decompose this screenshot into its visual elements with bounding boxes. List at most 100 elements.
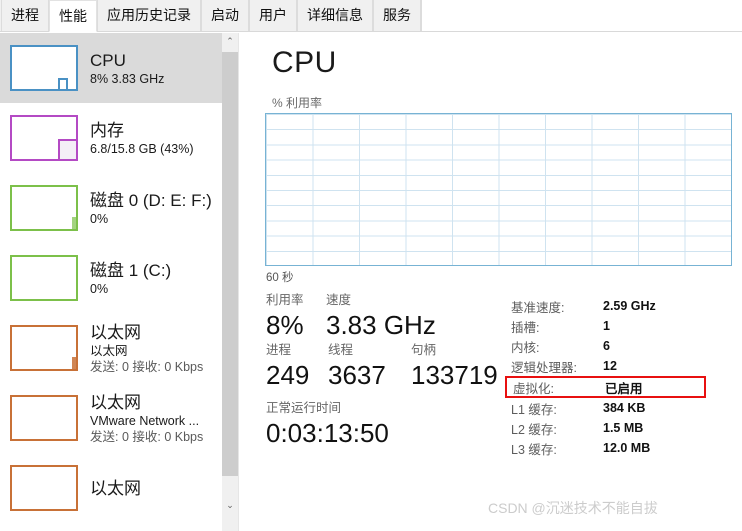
sidebar-item-sub1: 以太网 [90,343,128,358]
stat-speed-label: 速度 [326,293,352,307]
sidebar-item-label: 以太网 [90,392,141,412]
graph-time-span-label: 60 秒 [266,272,294,284]
mini-graph-icon [72,357,76,369]
sidebar-item-2[interactable]: 磁盘 0 (D: E: F:) 0% [0,173,222,243]
sidebar-item-text: CPU 8% 3.83 GHz [90,50,164,87]
stat-threads-value: 3637 [328,360,386,390]
cpu-utilization-graph [265,113,732,266]
sidebar-item-3[interactable]: 磁盘 1 (C:) 0% [0,243,222,313]
tab-bar-filler [421,0,742,31]
watermark: CSDN @沉迷技术不能自拔 [488,500,658,516]
stat-uptime: 正常运行时间 0:03:13:50 [266,399,501,449]
tab-bar: 进程 性能 应用历史记录 启动 用户 详细信息 服务 [0,0,742,32]
sidebar-item-sub1: 0% [90,211,109,226]
stat-uptime-label: 正常运行时间 [266,401,342,415]
sidebar-item-label: CPU [90,50,126,70]
spec-row-6: L2 缓存: 1.5 MB [508,418,736,438]
mini-graph-icon [58,138,76,159]
spec-row-highlighted: 虚拟化: 已启用 [505,376,706,398]
sidebar-item-1[interactable]: 内存 6.8/15.8 GB (43%) [0,103,222,173]
sidebar-item-label: 磁盘 1 (C:) [90,260,172,280]
scroll-down-button[interactable]: ⌄ [222,497,238,514]
stat-handles: 句柄 133719 [411,341,498,391]
stats-row-utilization-speed: 利用率 8% 速度 3.83 GHz [266,291,501,341]
spec-label: 基准速度: [511,300,565,315]
spec-value: 2.59 GHz [603,299,656,313]
sidebar-item-thumbnail [10,465,78,511]
spec-value: 12.0 MB [603,441,651,455]
spec-value: 12 [603,359,617,373]
sidebar-item-4[interactable]: 以太网 以太网 发送: 0 接收: 0 Kbps [0,313,222,383]
tab-0[interactable]: 进程 [1,0,49,31]
stat-handles-value: 133719 [411,360,498,390]
tab-3[interactable]: 启动 [201,0,249,31]
graph-axis-label: % 利用率 [272,96,323,110]
sidebar-item-text: 以太网 VMware Network ... 发送: 0 接收: 0 Kbps [90,392,203,445]
sidebar-item-label: 以太网 [90,322,141,342]
stat-handles-label: 句柄 [411,343,437,357]
sidebar-item-sub2: 发送: 0 接收: 0 Kbps [90,429,204,444]
tab-4[interactable]: 用户 [249,0,297,31]
sidebar-item-5[interactable]: 以太网 VMware Network ... 发送: 0 接收: 0 Kbps [0,383,222,453]
stat-speed-value: 3.83 GHz [326,310,436,340]
sidebar-item-0[interactable]: CPU 8% 3.83 GHz [0,33,222,103]
stats-row-processes-threads-handles: 进程 249 线程 3637 句柄 133719 [266,341,501,391]
spec-value: 已启用 [605,381,643,396]
spec-label: 内核: [511,340,540,355]
sidebar-item-sub1: VMware Network ... [90,413,200,428]
tab-6[interactable]: 服务 [373,0,421,31]
tab-5[interactable]: 详细信息 [297,0,373,31]
spec-row-3: 逻辑处理器: 12 [508,356,736,376]
scroll-up-button[interactable]: ⌃ [222,33,238,50]
stat-uptime-value: 0:03:13:50 [266,418,389,448]
mini-graph-icon [72,217,76,229]
sidebar-item-text: 磁盘 0 (D: E: F:) 0% [90,190,212,227]
spec-row-0: 基准速度: 2.59 GHz [508,296,736,316]
stat-processes-label: 进程 [266,343,292,357]
chevron-down-icon: ⌄ [226,500,234,510]
sidebar-item-text: 以太网 以太网 发送: 0 接收: 0 Kbps [90,322,203,375]
stat-threads-label: 线程 [328,343,354,357]
tab-1[interactable]: 性能 [49,0,97,32]
sidebar-item-label: 内存 [90,120,124,140]
sidebar-item-sub1: 0% [90,281,109,296]
sidebar-item-sub1: 8% 3.83 GHz [90,71,165,86]
sidebar-item-thumbnail [10,395,78,441]
cpu-detail-panel: CPU % 利用率 60 秒 利用率 8% 速度 3.83 GHz 进程 249… [240,33,742,531]
sidebar-item-label: 磁盘 0 (D: E: F:) [90,190,212,210]
sidebar-item-thumbnail [10,325,78,371]
sidebar-item-sub2: 发送: 0 接收: 0 Kbps [90,359,204,374]
scrollbar-thumb[interactable] [222,52,238,476]
spec-label: 插槽: [511,320,540,335]
sidebar-item-sub1: 6.8/15.8 GB (43%) [90,141,194,156]
sidebar-scrollbar[interactable]: ⌃ ⌄ [222,33,239,531]
spec-row-7: L3 缓存: 12.0 MB [508,438,736,458]
stat-processes-value: 249 [266,360,310,390]
sidebar-item-text: 以太网 [90,478,141,499]
spec-value: 1.5 MB [603,421,644,435]
page-title: CPU [272,46,337,79]
sidebar-item-thumbnail [10,45,78,91]
stat-utilization-value: 8% [266,310,304,340]
stat-threads: 线程 3637 [328,341,411,391]
spec-label: 逻辑处理器: [511,360,577,375]
spec-row-1: 插槽: 1 [508,316,736,336]
spec-row-5: L1 缓存: 384 KB [508,398,736,418]
sidebar-item-thumbnail [10,185,78,231]
chevron-up-icon: ⌃ [226,36,234,46]
cpu-summary-stats: 利用率 8% 速度 3.83 GHz 进程 249 线程 3637 句柄 133… [266,291,501,449]
sidebar-item-6[interactable]: 以太网 [0,453,222,523]
sidebar-item-thumbnail [10,255,78,301]
stat-utilization: 利用率 8% [266,291,326,341]
tab-2[interactable]: 应用历史记录 [97,0,201,31]
spec-label: 虚拟化: [513,381,554,396]
sidebar-item-text: 磁盘 1 (C:) 0% [90,260,171,297]
resource-sidebar[interactable]: CPU 8% 3.83 GHz 内存 6.8/15.8 GB (43%) 磁盘 0 (D… [0,33,222,531]
stat-speed: 速度 3.83 GHz [326,291,436,341]
spec-row-2: 内核: 6 [508,336,736,356]
spec-value: 1 [603,319,610,333]
stat-processes: 进程 249 [266,341,328,391]
spec-value: 6 [603,339,610,353]
spec-label: L3 缓存: [511,442,557,457]
spec-value: 384 KB [603,401,646,415]
